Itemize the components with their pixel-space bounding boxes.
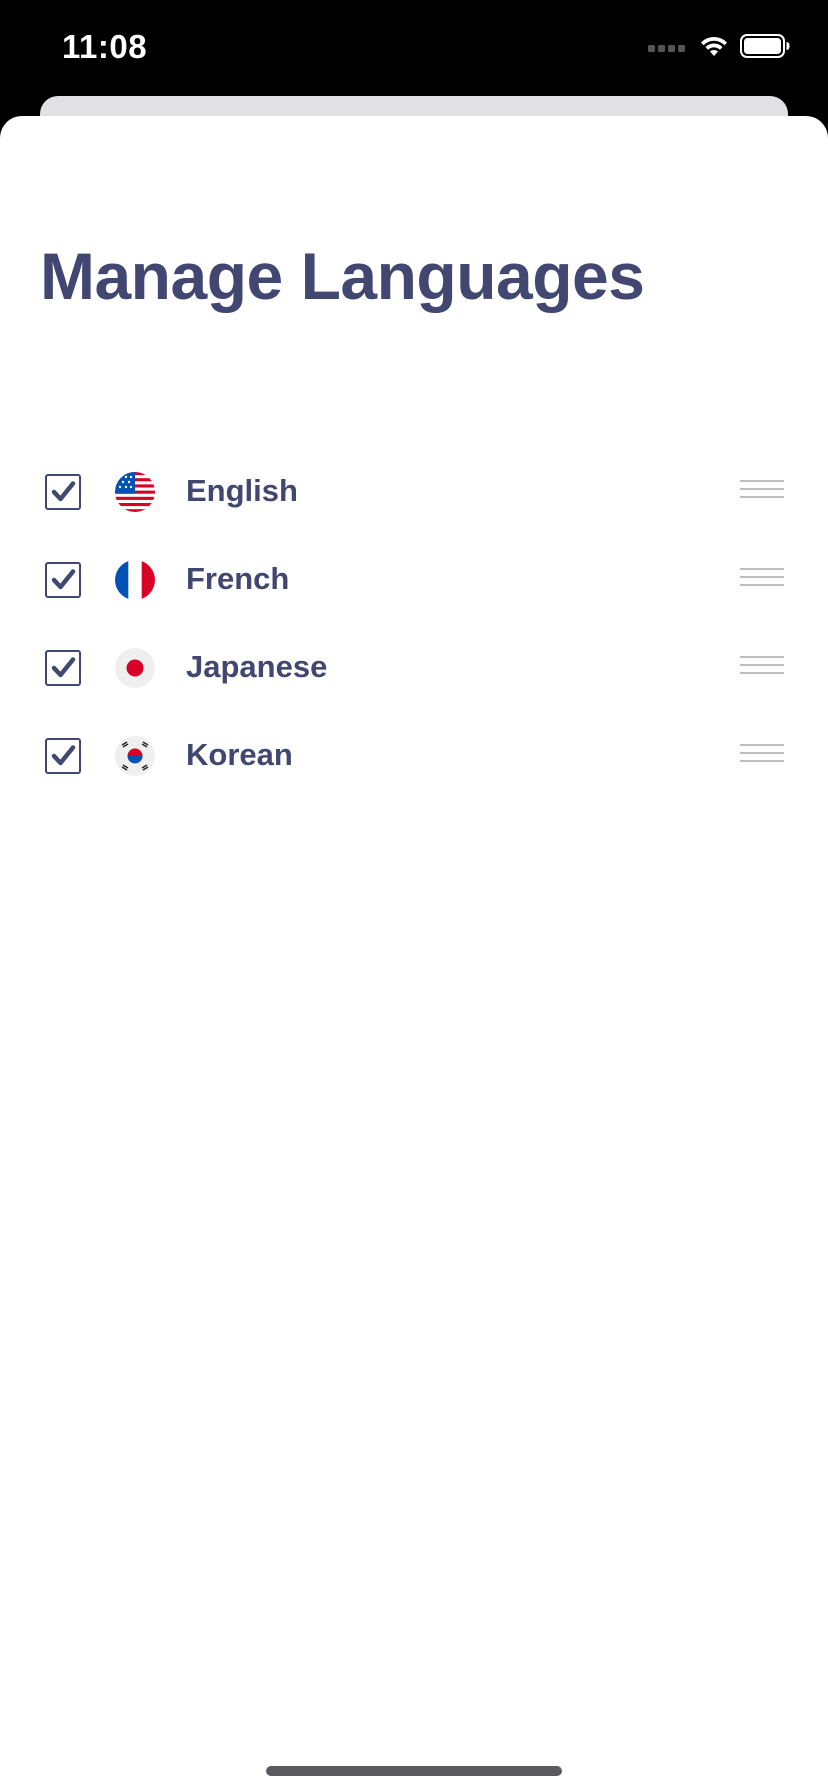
language-row-korean[interactable]: Korean [0,720,828,808]
us-flag-icon [115,472,155,512]
language-row-japanese[interactable]: Japanese [0,632,828,720]
status-time: 11:08 [62,28,148,65]
language-row-french[interactable]: French [0,544,828,632]
status-icons [648,34,790,58]
checkmark-icon [51,481,76,502]
page-title: Manage Languages [40,239,645,313]
checkmark-icon [51,657,76,678]
status-bar: 11:08 [0,0,828,96]
language-label: Japanese [186,649,328,684]
checkmark-icon [51,569,76,590]
drag-handle-icon[interactable] [740,656,784,680]
home-indicator[interactable] [266,1766,562,1776]
language-label: English [186,473,298,508]
battery-icon [740,34,790,58]
language-label: French [186,561,290,596]
cellular-signal-icon [648,45,685,52]
checkbox-korean[interactable] [45,738,81,774]
checkmark-icon [51,745,76,766]
language-label: Korean [186,737,293,772]
drag-handle-icon[interactable] [740,568,784,592]
checkbox-japanese[interactable] [45,650,81,686]
drag-handle-icon[interactable] [740,480,784,504]
checkbox-french[interactable] [45,562,81,598]
wifi-icon [701,36,727,56]
japan-flag-icon [115,648,155,688]
language-row-english[interactable]: English [0,456,828,544]
france-flag-icon [115,560,155,600]
drag-handle-icon[interactable] [740,744,784,768]
south-korea-flag-icon [115,736,155,776]
manage-languages-sheet: Manage Languages English French Japanese… [0,116,828,1792]
checkbox-english[interactable] [45,474,81,510]
